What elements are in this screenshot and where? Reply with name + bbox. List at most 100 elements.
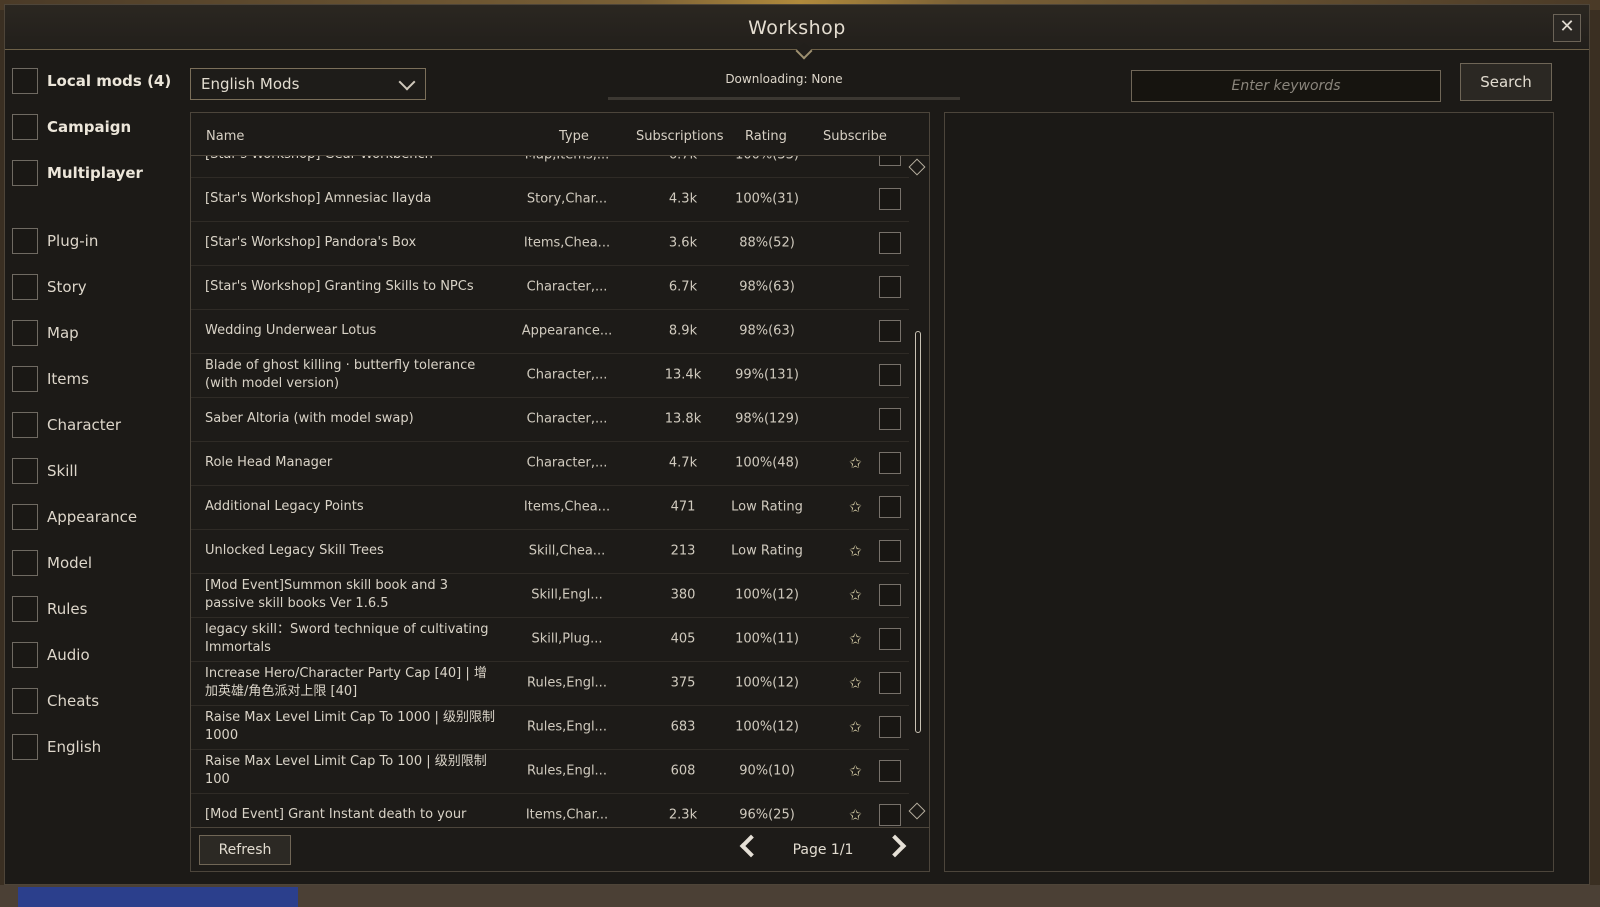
category-label: Model [47,554,93,572]
favorite-star-icon[interactable]: ✩ [849,718,862,736]
mod-subscriptions: 471 [670,499,696,515]
category-checkbox[interactable] [12,68,38,94]
subscribe-checkbox[interactable] [879,540,901,562]
category-checkbox[interactable] [12,458,38,484]
header-subscribe[interactable]: Subscribe [823,129,887,144]
category-item[interactable]: Rules [12,594,87,624]
category-checkbox[interactable] [12,596,38,622]
category-checkbox[interactable] [12,504,38,530]
category-item[interactable]: English [12,732,101,762]
table-row[interactable]: [Star's Workshop] Granting Skills to NPC… [191,265,909,310]
table-row[interactable]: Raise Max Level Limit Cap To 100 | 级别限制1… [191,749,909,794]
table-row[interactable]: Additional Legacy Points Items,Chea... 471… [191,485,909,530]
category-checkbox[interactable] [12,550,38,576]
table-row[interactable]: [Mod Event]Summon skill book and 3 passi… [191,573,909,618]
subscribe-checkbox[interactable] [879,628,901,650]
mod-subscriptions: 4.3k [668,191,698,207]
category-item[interactable]: Items [12,364,89,394]
favorite-star-icon[interactable]: ✩ [849,498,862,516]
subscribe-checkbox[interactable] [879,320,901,342]
favorite-star-icon[interactable]: ✩ [849,586,862,604]
category-checkbox[interactable] [12,366,38,392]
category-checkbox[interactable] [12,734,38,760]
mod-rating: 100%(33) [721,156,813,163]
next-page-icon[interactable] [883,834,907,858]
subscribe-checkbox[interactable] [879,760,901,782]
mod-type: Character,... [526,279,608,295]
subscribe-checkbox[interactable] [879,452,901,474]
category-item[interactable]: Story [12,272,87,302]
subscribe-checkbox[interactable] [879,716,901,738]
category-checkbox[interactable] [12,228,38,254]
header-subscriptions[interactable]: Subscriptions [636,129,724,144]
mod-type: Rules,Engl... [527,719,607,735]
mod-subscriptions: 4.7k [668,455,698,471]
favorite-star-icon[interactable]: ✩ [849,630,862,648]
category-checkbox[interactable] [12,320,38,346]
subscribe-checkbox[interactable] [879,232,901,254]
mod-list-panel: Name Type Subscriptions Rating Subscribe… [190,112,930,872]
table-row[interactable]: [Star's Workshop] Gear Workbench Map,Item… [191,156,909,178]
favorite-star-icon[interactable]: ✩ [849,454,862,472]
close-button[interactable]: ✕ [1553,14,1581,42]
search-button[interactable]: Search [1460,63,1552,101]
mod-rating: 100%(12) [735,719,799,735]
favorite-star-icon[interactable]: ✩ [849,806,862,824]
category-item[interactable]: Campaign [12,112,131,142]
category-item[interactable]: Local mods (4) [12,66,171,96]
table-row[interactable]: [Star's Workshop] Amnesiac Ilayda Story,C… [191,177,909,222]
category-checkbox[interactable] [12,160,38,186]
subscribe-checkbox[interactable] [879,364,901,386]
search-input[interactable] [1131,70,1441,102]
category-item[interactable]: Cheats [12,686,99,716]
category-checkbox[interactable] [12,274,38,300]
category-item[interactable]: Plug-in [12,226,98,256]
favorite-star-icon[interactable]: ✩ [849,762,862,780]
subscribe-checkbox[interactable] [879,804,901,826]
subscribe-checkbox[interactable] [879,188,901,210]
scrollbar-thumb[interactable] [915,331,921,733]
table-row[interactable]: Unlocked Legacy Skill Trees Skill,Chea...… [191,529,909,574]
subscribe-checkbox[interactable] [879,156,901,166]
header-rating[interactable]: Rating [745,129,787,144]
category-item[interactable]: Model [12,548,92,578]
header-name[interactable]: Name [206,129,244,144]
scroll-down-icon[interactable] [908,802,926,820]
header-type[interactable]: Type [559,129,589,144]
table-row[interactable]: Increase Hero/Character Party Cap [40] |… [191,661,909,706]
subscribe-checkbox[interactable] [879,276,901,298]
table-row[interactable]: Blade of ghost killing · butterfly toler… [191,353,909,398]
category-item[interactable]: Character [12,410,121,440]
table-row[interactable]: Role Head Manager Character,... 4.7k 100%(4… [191,441,909,486]
table-row[interactable]: Wedding Underwear Lotus Appearance... 8.9k… [191,309,909,354]
table-row[interactable]: Raise Max Level Limit Cap To 1000 | 级别限制… [191,705,909,750]
mod-subscriptions: 405 [670,631,696,647]
table-row[interactable]: [Star's Workshop] Pandora's Box Items,Che… [191,221,909,266]
favorite-star-icon[interactable]: ✩ [849,542,862,560]
category-checkbox[interactable] [12,412,38,438]
subscribe-checkbox[interactable] [879,584,901,606]
mod-type: Items,Chea... [523,499,611,515]
mod-list[interactable]: [Star's Workshop] Gear Workbench Map,Item… [191,156,909,826]
scroll-up-icon[interactable] [908,158,926,176]
subscribe-checkbox[interactable] [879,408,901,430]
category-checkbox[interactable] [12,642,38,668]
language-filter-dropdown[interactable]: English Mods [190,68,426,100]
category-item[interactable]: Audio [12,640,90,670]
category-item[interactable]: Map [12,318,79,348]
category-checkbox[interactable] [12,688,38,714]
refresh-button[interactable]: Refresh [199,835,291,865]
mod-rating: Low Rating [731,499,803,515]
table-row[interactable]: legacy skill：Sword technique of cultivat… [191,617,909,662]
previous-page-icon[interactable] [739,834,763,858]
subscribe-checkbox[interactable] [879,672,901,694]
category-item[interactable]: Skill [12,456,78,486]
mod-rating: 100%(12) [735,675,799,691]
subscribe-checkbox[interactable] [879,496,901,518]
category-checkbox[interactable] [12,114,38,140]
table-row[interactable]: [Mod Event] Grant Instant death to your I… [191,793,909,826]
category-item[interactable]: Multiplayer [12,158,143,188]
category-item[interactable]: Appearance [12,502,137,532]
favorite-star-icon[interactable]: ✩ [849,674,862,692]
table-row[interactable]: Saber Altoria (with model swap) Character… [191,397,909,442]
